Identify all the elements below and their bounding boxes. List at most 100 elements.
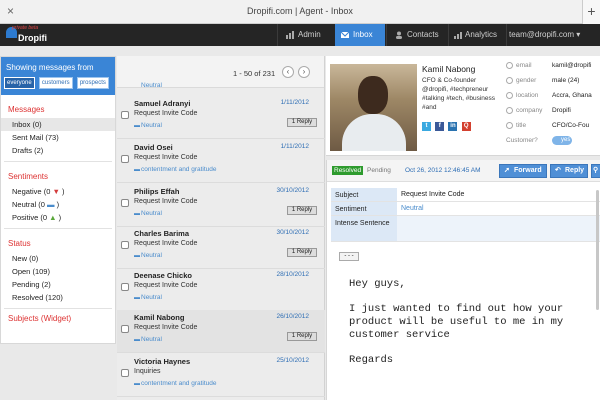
message-row-kamil-nabong[interactable]: Kamil Nabong 26/10/2012 Request Invite C…: [117, 310, 325, 353]
sidebar-item-positive[interactable]: Positive (0 ▲ ): [1, 211, 115, 224]
sidebar-item-label: Neutral: [12, 200, 37, 209]
status-pending-button[interactable]: Pending: [367, 166, 391, 175]
message-body: Hey guys, I just wanted to find out how …: [349, 278, 599, 379]
detail-scrollbar[interactable]: [596, 190, 599, 310]
forward-button[interactable]: ➚ Forward: [499, 164, 547, 178]
customer-toggle[interactable]: yes: [552, 136, 572, 145]
new-tab-button[interactable]: +: [582, 0, 600, 24]
photo-head: [358, 76, 388, 114]
sidebar-item-negative[interactable]: Negative (0 ▼ ): [1, 185, 115, 198]
dropifi-logo[interactable]: private beta Dropifi: [4, 25, 48, 45]
gender-icon: [506, 77, 513, 84]
inbox-icon: [341, 31, 349, 38]
field-value: Accra, Ghana: [552, 92, 592, 99]
sidebar-item-pending[interactable]: Pending (2): [1, 278, 115, 291]
message-checkbox[interactable]: [121, 325, 129, 333]
message-date: 30/10/2012: [276, 229, 309, 236]
metadata-value[interactable]: Neutral: [401, 205, 424, 212]
tag-icon: ▬: [134, 295, 140, 301]
message-row-philips-effah[interactable]: Philips Effah 30/10/2012 Request Invite …: [117, 184, 325, 227]
sidebar-item-count: (0): [32, 120, 42, 129]
message-subject: Inquiries: [134, 368, 161, 375]
message-subject: Request Invite Code: [134, 324, 198, 331]
message-row-samuel-adranyi[interactable]: Samuel Adranyi 1/11/2012 Request Invite …: [117, 96, 325, 139]
sentiments-section-title: Sentiments: [8, 172, 49, 181]
expand-quoted-button[interactable]: - - -: [339, 252, 359, 261]
sidebar-item-sent-mail[interactable]: Sent Mail (73): [1, 131, 115, 144]
sentiment-tag[interactable]: Neutral: [141, 122, 162, 129]
sidebar-item-count: (0: [43, 187, 51, 196]
message-checkbox[interactable]: [121, 111, 129, 119]
message-subject: Request Invite Code: [134, 282, 198, 289]
message-checkbox[interactable]: [121, 155, 129, 163]
account-menu[interactable]: team@dropifi.com ▾: [503, 24, 600, 46]
message-row-deenase-chicko[interactable]: Deenase Chicko 28/10/2012 Request Invite…: [117, 268, 325, 311]
quora-icon[interactable]: Q: [461, 122, 471, 131]
message-checkbox[interactable]: [121, 369, 129, 377]
dashboard-icon: [286, 31, 294, 39]
sidebar-item-label: Open: [12, 267, 31, 276]
filter-prospects[interactable]: prospects: [76, 77, 109, 89]
field-value: male (24): [552, 77, 580, 84]
message-date: 1/11/2012: [280, 143, 309, 150]
message-checkbox[interactable]: [121, 241, 129, 249]
nav-inbox[interactable]: Inbox: [335, 24, 385, 46]
contact-name: Kamil Nabong: [422, 64, 476, 74]
sidebar-item-label: Pending: [12, 280, 40, 289]
message-date: 25/10/2012: [276, 357, 309, 364]
sentiment-tag[interactable]: Neutral: [141, 336, 162, 343]
message-date: 30/10/2012: [276, 187, 309, 194]
filter-customers[interactable]: customers: [38, 77, 73, 89]
message-row-charles-barima[interactable]: Charles Barima 30/10/2012 Request Invite…: [117, 226, 325, 269]
sentiment-tag[interactable]: contentment and gratitude: [141, 380, 217, 387]
message-subject: Request Invite Code: [134, 110, 198, 117]
location-icon: [506, 92, 513, 99]
sidebar-item-resolved[interactable]: Resolved (120): [1, 291, 115, 304]
message-checkbox[interactable]: [121, 199, 129, 207]
sidebar-item-label: Positive: [12, 213, 39, 222]
status-resolved-button[interactable]: Resolved: [332, 166, 364, 175]
sidebar-item-label: Sent Mail: [12, 133, 44, 142]
social-links: t f in Q: [422, 120, 473, 131]
linkedin-icon[interactable]: in: [448, 122, 458, 131]
search-icon: ⚲: [593, 167, 599, 174]
sentiment-tag[interactable]: Neutral: [141, 82, 162, 89]
sidebar-item-neutral[interactable]: Neutral (0 ▬ ): [1, 198, 115, 211]
sentiment-tag[interactable]: Neutral: [141, 252, 162, 259]
sentiment-tag[interactable]: contentment and gratitude: [141, 166, 217, 173]
photo-shirt: [342, 114, 406, 151]
sentiment-tag[interactable]: Neutral: [141, 210, 162, 217]
sidebar-item-drafts[interactable]: Drafts (2): [1, 144, 115, 157]
field-label: gender: [516, 77, 537, 84]
prev-page-button[interactable]: ‹: [282, 66, 294, 78]
metadata-row-sentiment: Sentiment Neutral: [331, 202, 600, 216]
nav-inbox-label: Inbox: [353, 30, 373, 39]
tag-icon: ▬: [134, 123, 140, 129]
twitter-icon[interactable]: t: [422, 122, 431, 131]
sender-name: Samuel Adranyi: [134, 99, 191, 108]
sidebar-item-inbox[interactable]: Inbox (0): [1, 118, 115, 131]
email-icon: [506, 62, 513, 69]
message-row-david-osei[interactable]: David Osei 1/11/2012 Request Invite Code…: [117, 140, 325, 183]
field-value: kamil@dropifi: [552, 62, 592, 69]
message-row-victoria-haynes[interactable]: Victoria Haynes 25/10/2012 Inquiries ▬ c…: [117, 354, 325, 397]
sidebar-item-label: Inbox: [12, 120, 31, 129]
sentiment-tag[interactable]: Neutral: [141, 294, 162, 301]
sidebar-item-new[interactable]: New (0): [1, 252, 115, 265]
message-checkbox[interactable]: [121, 283, 129, 291]
facebook-icon[interactable]: f: [435, 122, 445, 131]
nav-contacts[interactable]: Contacts: [389, 24, 447, 46]
nav-admin[interactable]: Admin: [280, 24, 334, 46]
filter-everyone[interactable]: everyone: [4, 77, 35, 89]
message-list: 1 - 50 of 231 ‹ › Neutral Samuel Adranyi…: [117, 56, 325, 400]
more-actions-button[interactable]: ⚲: [591, 164, 600, 178]
field-company: company Dropifi: [504, 105, 600, 120]
next-page-button[interactable]: ›: [298, 66, 310, 78]
subjects-widget-title[interactable]: Subjects (Widget): [1, 309, 115, 327]
sidebar-item-label: Resolved: [12, 293, 44, 302]
nav-analytics[interactable]: Analytics: [449, 24, 505, 46]
reply-button[interactable]: ↶ Reply: [550, 164, 588, 178]
field-customer: Customer? yes: [504, 135, 600, 150]
sidebar-item-open[interactable]: Open (109): [1, 265, 115, 278]
sidebar-item-count-close: ): [58, 213, 62, 222]
